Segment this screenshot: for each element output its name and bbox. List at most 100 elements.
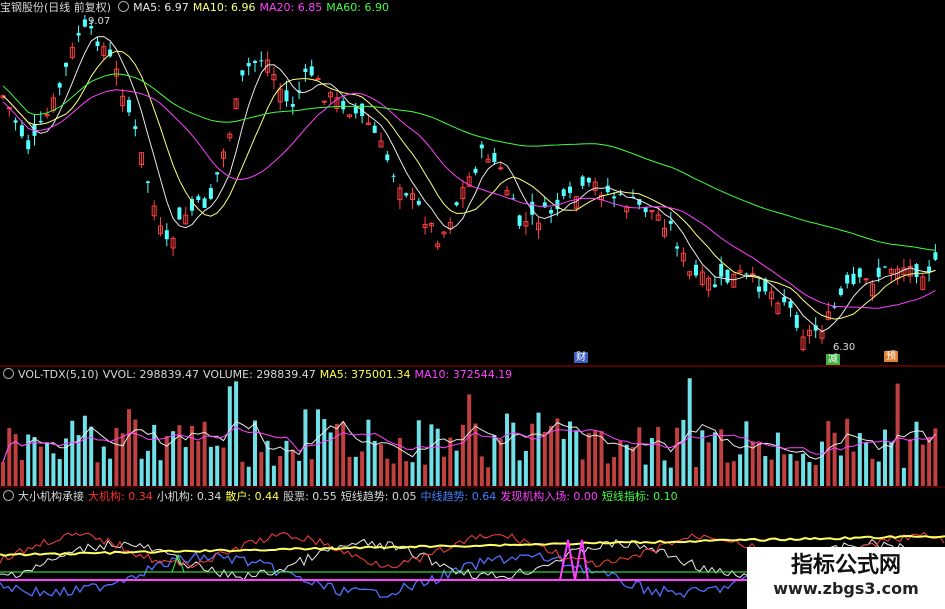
volume-bar (549, 425, 554, 486)
candle-body (190, 199, 194, 211)
volume-bar (45, 442, 50, 486)
volume-header: VOL-TDX(5,10) VVOL: 298839.47 VOLUME: 2988… (0, 367, 516, 383)
candle-body (668, 220, 673, 224)
candle-body (303, 68, 308, 73)
watermark: 指标公式网 www.zbgs3.com (747, 547, 945, 609)
volume-bar (202, 421, 207, 486)
chart-title[interactable]: 宝钢股份(日线 前复权) (0, 1, 111, 14)
ma60-line (2, 73, 936, 251)
candle-body (13, 120, 18, 123)
watermark-url: www.zbgs3.com (773, 579, 919, 598)
volume-bar (807, 462, 812, 486)
ma20-value: MA20: 6.85 (259, 1, 323, 14)
candle-body (454, 202, 459, 206)
volume-bar (139, 458, 144, 486)
candle-body (385, 154, 390, 161)
volume-bar (423, 464, 428, 486)
candle-body (353, 106, 358, 114)
volume-bar (668, 467, 673, 486)
candle-body (643, 207, 648, 213)
candle-body (473, 168, 478, 173)
candle-body (259, 60, 264, 62)
candle-body (580, 176, 585, 186)
candle-body (196, 196, 201, 201)
small-institution-value: 小机构: 0.34 (156, 490, 222, 503)
settings-icon[interactable] (3, 490, 14, 501)
volume-bar (379, 444, 383, 486)
candle-body (863, 278, 869, 281)
volume-bar (832, 432, 837, 486)
volume-bar (813, 464, 818, 486)
low-price-label: 6.30 (833, 342, 856, 353)
volume-bar (586, 433, 591, 486)
candle-body (321, 100, 327, 103)
volume-bar (857, 433, 862, 486)
volume-bar (706, 442, 711, 486)
volume-bar (643, 464, 648, 486)
candle-body (498, 167, 504, 170)
volume-bar (404, 461, 409, 486)
volume-bar (889, 442, 894, 486)
candle-body (612, 196, 617, 199)
settings-icon[interactable] (118, 1, 130, 12)
volume-bar (561, 438, 566, 486)
volume-bar (505, 413, 509, 486)
volume-bar (316, 409, 320, 486)
candle-body (253, 60, 257, 63)
volume-bar (183, 447, 188, 486)
event-marker-forecast[interactable]: 预 (884, 351, 898, 362)
candle-body (372, 125, 377, 133)
volume-bar (782, 454, 787, 486)
short-trend-value: 短线趋势: 0.05 (340, 490, 417, 503)
volume-bar (95, 462, 100, 486)
volume-bar (492, 435, 497, 486)
volume-bar (246, 466, 251, 486)
institution-entry-value: 发现机构入场: 0.00 (500, 490, 598, 503)
volume-bar (51, 453, 56, 486)
candlestick-chart[interactable] (0, 0, 945, 609)
volume-bar (883, 429, 887, 486)
candle-body (883, 266, 887, 268)
volume-bar (347, 456, 352, 486)
volume-bar (555, 418, 560, 486)
candle-body (838, 288, 843, 295)
volume-bar (70, 420, 75, 486)
volume-bar (763, 456, 768, 486)
volume-bar (429, 424, 434, 486)
volume-bar (744, 421, 749, 486)
volume-bar (738, 454, 743, 486)
vvol-value: VVOL: 298839.47 (102, 368, 200, 381)
event-marker-reduce[interactable]: 减 (826, 354, 840, 365)
volume-bar (593, 430, 598, 486)
volume-bar (618, 441, 623, 486)
volume-bar (637, 427, 642, 486)
indicator-name[interactable]: 大小机构承接 (18, 490, 84, 503)
volume-bar (479, 456, 484, 486)
candle-body (479, 144, 484, 149)
volume-bar (19, 459, 24, 486)
volume-bar (240, 461, 245, 486)
volume-bar (145, 450, 150, 486)
volume-bar (259, 452, 264, 486)
stock-value: 股票: 0.55 (283, 490, 337, 503)
candle-body (26, 140, 31, 150)
volume-bar (498, 439, 503, 486)
event-marker-finance[interactable]: 财 (574, 352, 588, 363)
candle-body (712, 284, 717, 288)
volume-indicator-name[interactable]: VOL-TDX(5,10) (18, 368, 99, 381)
settings-icon[interactable] (3, 368, 14, 379)
candle-body (675, 246, 680, 249)
volume-bar (221, 447, 226, 486)
volume-bar (164, 435, 169, 486)
volume-bar (215, 445, 220, 486)
volume-bar (158, 460, 163, 486)
volume-bar (731, 461, 736, 486)
volume-bar (448, 437, 453, 486)
volume-bar (794, 460, 799, 486)
candle-body (208, 188, 213, 199)
candle-body (788, 301, 793, 308)
volume-bar (454, 450, 459, 486)
mid-trend-value: 中线趋势: 0.64 (420, 490, 497, 503)
candle-body (177, 207, 182, 220)
volume-bar (908, 439, 913, 486)
